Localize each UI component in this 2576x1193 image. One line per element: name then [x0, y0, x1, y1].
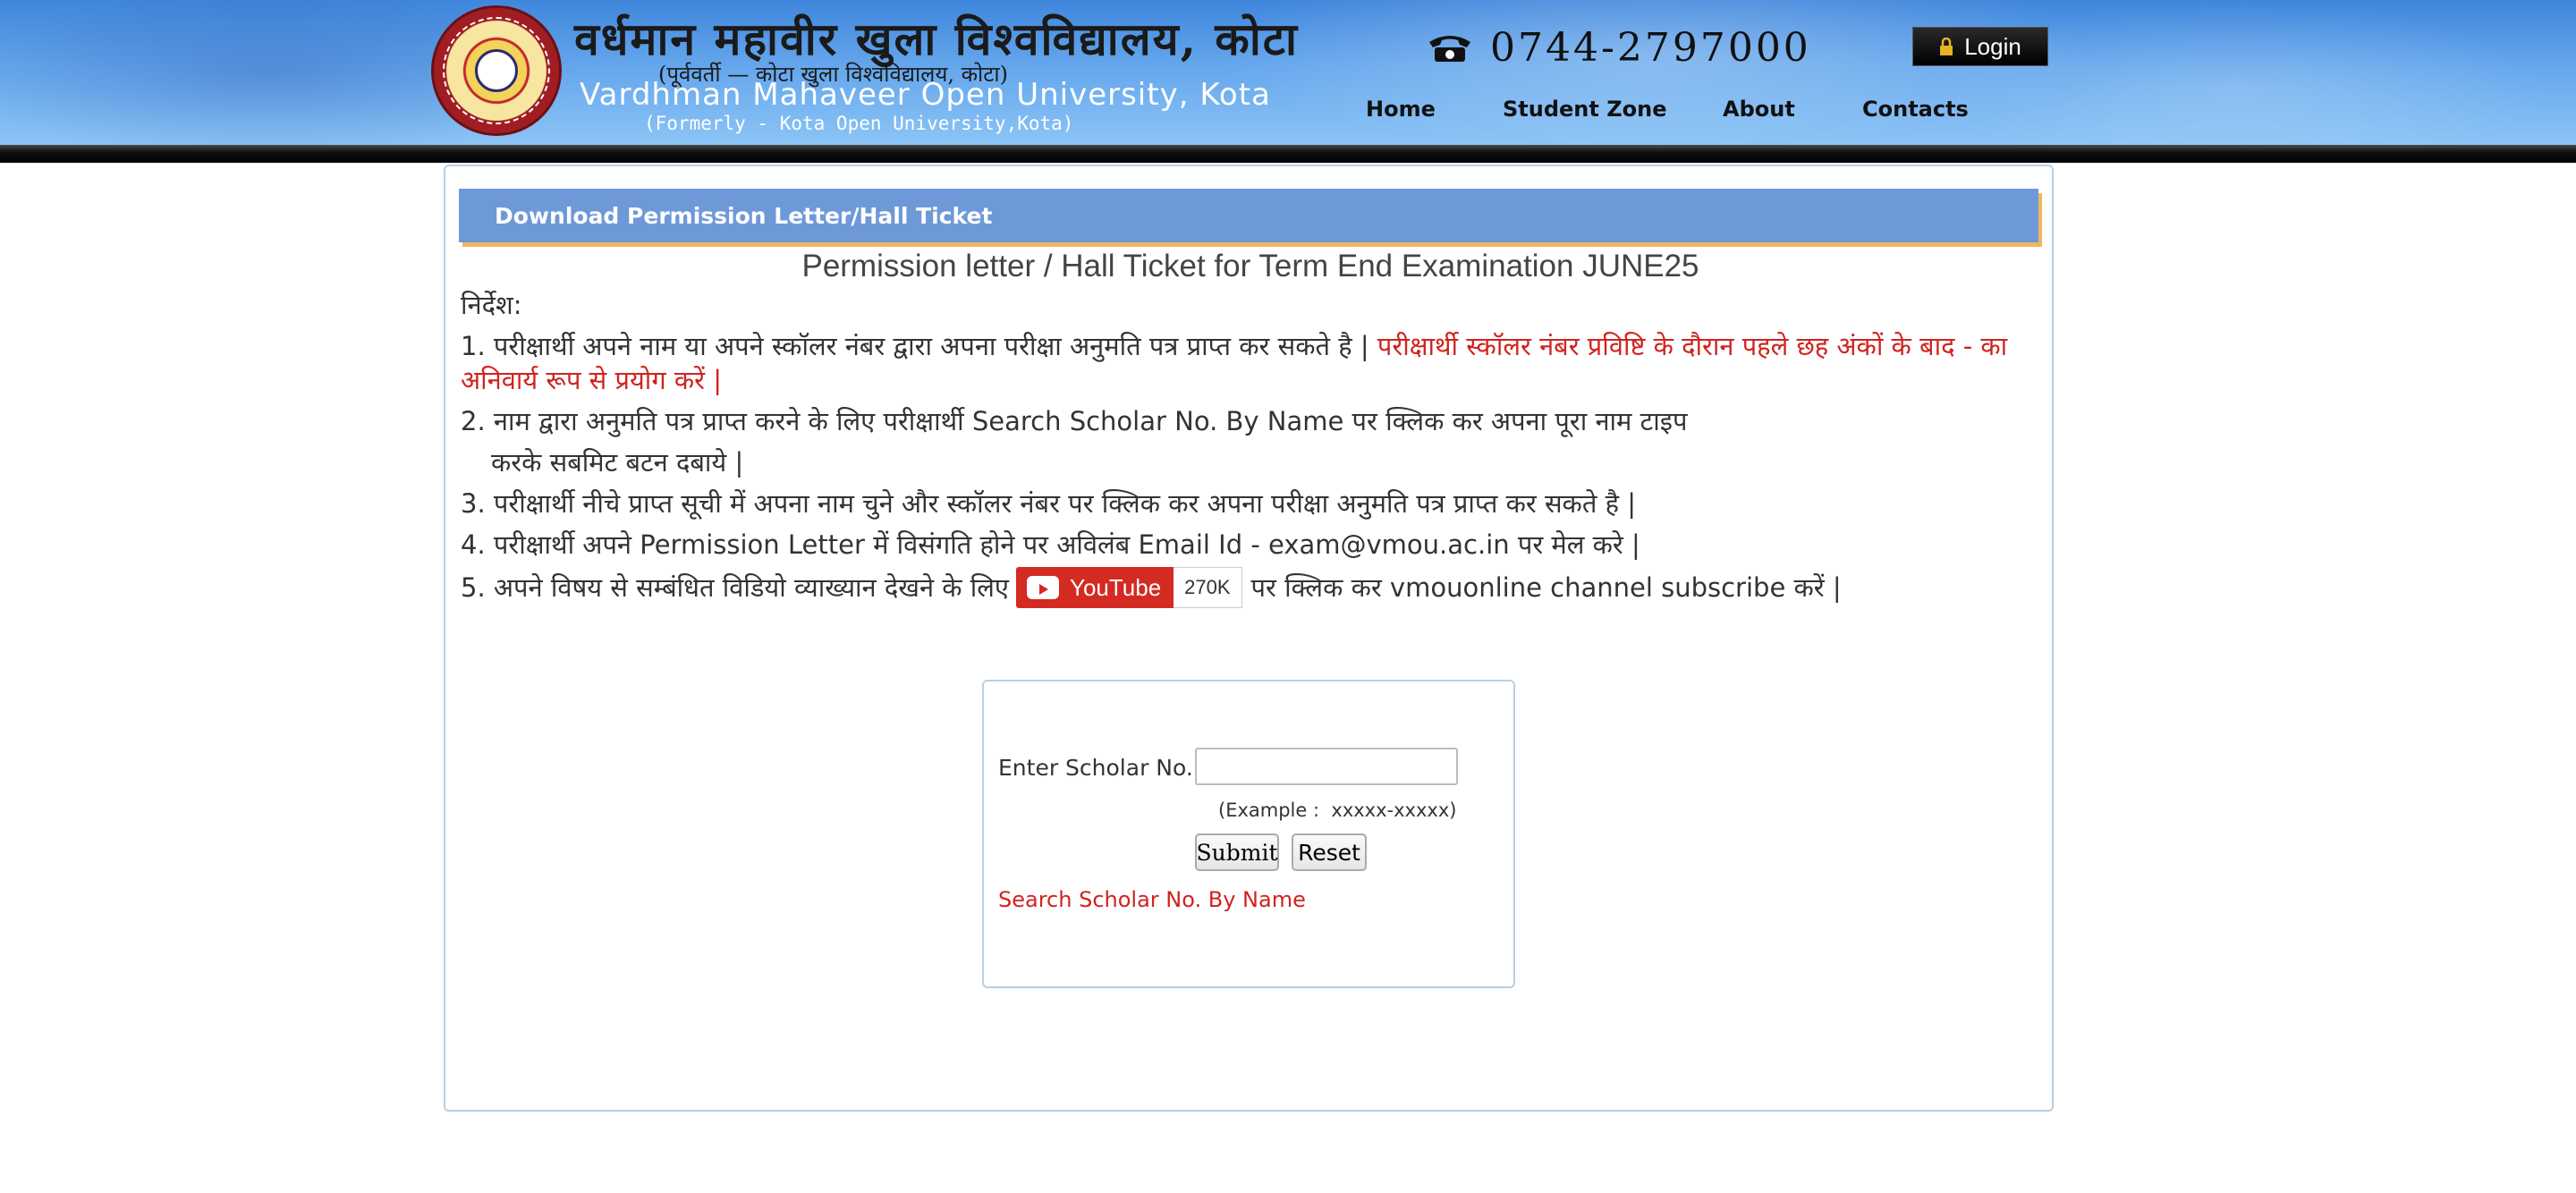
nav-home[interactable]: Home — [1366, 97, 1436, 122]
seal-center — [475, 49, 518, 92]
nav-about[interactable]: About — [1723, 97, 1795, 122]
nav-student-zone[interactable]: Student Zone — [1503, 97, 1666, 122]
instructions-heading: निर्देश: — [461, 290, 522, 320]
search-by-name-link[interactable]: Search Scholar No. By Name — [998, 887, 1306, 912]
submit-button[interactable]: Submit — [1195, 833, 1279, 871]
instruction-2-line-1: 2. नाम द्वारा अनुमति पत्र प्राप्त करने क… — [461, 406, 1688, 436]
instruction-3: 3. परीक्षार्थी नीचे प्राप्त सूची में अपन… — [461, 488, 1636, 519]
header-divider — [0, 145, 2576, 163]
lock-icon — [1940, 38, 1953, 55]
instruction-1: 1. परीक्षार्थी अपने नाम या अपने स्कॉलर न… — [461, 329, 2051, 397]
youtube-label: YouTube — [1069, 574, 1162, 601]
telephone-icon — [1429, 35, 1470, 62]
instruction-5-suffix: पर क्लिक कर vmouonline channel subscribe… — [1250, 572, 1842, 603]
youtube-subscriber-count: 270K — [1174, 567, 1242, 608]
nav-contacts[interactable]: Contacts — [1862, 97, 1969, 122]
instruction-5-text: 5. अपने विषय से सम्बंधित विडियो व्याख्या… — [461, 572, 1009, 603]
scholar-search-form: Enter Scholar No.: (Example : xxxxx-xxxx… — [982, 680, 1515, 988]
login-button[interactable]: Login — [1912, 27, 2048, 66]
contact-phone: 0744-2797000 — [1426, 25, 1811, 71]
scholar-number-input[interactable] — [1195, 748, 1458, 785]
instruction-4: 4. परीक्षार्थी अपने Permission Letter मे… — [461, 529, 1640, 560]
instruction-5: 5. अपने विषय से सम्बंधित विडियो व्याख्या… — [461, 567, 2051, 608]
university-name-english: Vardhman Mahaveer Open University, Kota — [580, 77, 1271, 113]
instruction-2-line-2: करके सबमिट बटन दबाये | — [491, 447, 744, 478]
phone-number: 0744-2797000 — [1490, 25, 1811, 71]
youtube-subscribe-button[interactable]: YouTube — [1015, 567, 1174, 608]
university-former-name-english: (Formerly - Kota Open University,Kota) — [644, 113, 1074, 134]
page-title: Permission letter / Hall Ticket for Term… — [801, 249, 1699, 283]
instructions: निर्देश: 1. परीक्षार्थी अपने नाम या अपने… — [461, 288, 2051, 608]
section-header: Download Permission Letter/Hall Ticket — [459, 189, 2038, 242]
university-seal-logo[interactable] — [431, 5, 562, 136]
site-header: वर्धमान महावीर खुला विश्वविद्यालय, कोटा … — [0, 0, 2576, 145]
instruction-1-text: 1. परीक्षार्थी अपने नाम या अपने स्कॉलर न… — [461, 331, 1369, 361]
login-label: Login — [1964, 32, 2021, 60]
scholar-number-label: Enter Scholar No.: — [998, 755, 1201, 781]
scholar-number-example: (Example : xxxxx-xxxxx) — [1218, 800, 1457, 821]
youtube-play-icon — [1026, 576, 1059, 599]
reset-button[interactable]: Reset — [1292, 833, 1367, 871]
